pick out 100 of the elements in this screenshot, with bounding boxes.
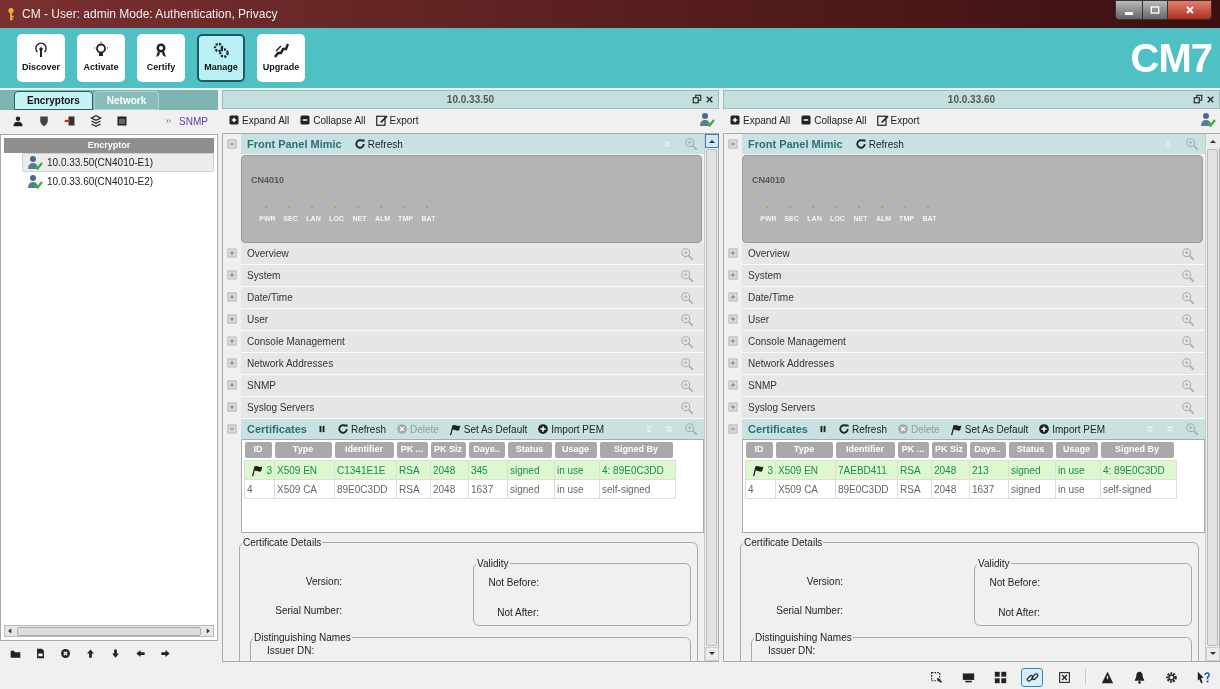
restore-button[interactable]: [692, 94, 702, 104]
led-icon: [903, 205, 910, 212]
table-cell-text: 3: [266, 463, 272, 478]
toolbar-button[interactable]: Discover: [17, 34, 65, 82]
collapsed-section[interactable]: Date/Time: [742, 287, 1205, 309]
refresh-button[interactable]: Refresh: [854, 136, 904, 152]
close-icon: [705, 95, 714, 104]
double-chevron-down-icon: [662, 139, 672, 149]
collapsed-section[interactable]: User: [742, 309, 1205, 331]
edit-icon: [876, 114, 889, 126]
table-cell-text: X509 CA: [276, 483, 319, 495]
collapsed-section[interactable]: Overview: [241, 243, 704, 265]
snmp-link[interactable]: SNMP: [179, 113, 208, 129]
field-label: Version:: [305, 575, 342, 589]
table-cell-text: RSA: [398, 464, 421, 476]
double-chevron-right-icon: [165, 117, 174, 125]
tree-item[interactable]: 10.0.33.50(CN4010-E1): [22, 153, 214, 172]
export-button[interactable]: Export: [375, 112, 419, 128]
refresh-button[interactable]: Refresh: [353, 136, 403, 152]
led-icon: [788, 205, 795, 212]
close-icon: [1183, 4, 1196, 16]
user-check-icon: [27, 154, 43, 171]
minimize-button[interactable]: [1116, 1, 1142, 19]
set-default-button[interactable]: Set As Default: [448, 421, 528, 437]
model-label: CN4010: [752, 174, 787, 187]
toolbar-button[interactable]: Activate: [77, 34, 125, 82]
refresh-button[interactable]: Refresh: [837, 421, 887, 437]
collapsed-section[interactable]: Overview: [742, 243, 1205, 265]
collapse-all-button[interactable]: Collapse All: [299, 112, 366, 128]
collapsed-section[interactable]: User: [241, 309, 704, 331]
collapsed-section[interactable]: SNMP: [241, 375, 704, 397]
collapsed-section[interactable]: Syslog Servers: [241, 397, 704, 419]
collapse-all-button[interactable]: Collapse All: [800, 112, 867, 128]
zoom-in-icon: [1181, 246, 1195, 261]
vertical-scrollbar[interactable]: [1205, 134, 1219, 661]
expand-icon: [728, 314, 738, 324]
expand-icon: [728, 292, 738, 302]
status-bar-button[interactable]: [1021, 667, 1043, 687]
collapsed-section[interactable]: SNMP: [742, 375, 1205, 397]
toolbar-button[interactable]: Manage: [197, 34, 245, 82]
zoom-in-icon: [680, 378, 694, 393]
table-cell-text: in use: [556, 483, 585, 495]
tab[interactable]: Encryptors: [14, 91, 93, 110]
set-default-button[interactable]: Set As Default: [949, 421, 1029, 437]
double-chevron-up-icon: [1165, 424, 1175, 434]
table-row[interactable]: 3 X509 EN 7AEBD411 RSA 2048 213 signed in use 4: 89E0C3DD: [745, 460, 1177, 480]
collapsed-section[interactable]: System: [241, 265, 704, 287]
group-title: Certificate Details: [743, 536, 824, 550]
collapsed-section[interactable]: Console Management: [241, 331, 704, 353]
close-button[interactable]: [1206, 95, 1215, 104]
zoom-in-icon: [680, 400, 694, 415]
zoom-in-icon: [1181, 356, 1195, 371]
close-button[interactable]: [705, 95, 714, 104]
collapsed-section[interactable]: Network Addresses: [742, 353, 1205, 375]
table-cell-text: 89E0C3DD: [837, 483, 890, 495]
double-chevron-down-icon: [1145, 424, 1155, 434]
table-row[interactable]: 3 X509 EN C1341E1E RSA 2048 345 signed in use 4: 89E0C3DD: [244, 460, 676, 480]
toolbar-button[interactable]: Certify: [137, 34, 185, 82]
tree-item[interactable]: 10.0.33.60(CN4010-E2): [22, 172, 214, 191]
refresh-button[interactable]: Refresh: [336, 421, 386, 437]
close-icon: [1206, 95, 1215, 104]
led-icon: [264, 205, 271, 212]
collapsed-section[interactable]: Console Management: [742, 331, 1205, 353]
field-label: Issuer DN:: [768, 645, 817, 657]
led-icon: [402, 205, 409, 212]
toolbar-button[interactable]: Upgrade: [257, 34, 305, 82]
led-icon: [880, 205, 887, 212]
close-button[interactable]: [1167, 1, 1211, 19]
double-chevron-down-icon: [644, 424, 654, 434]
help-pointer-icon: [1196, 670, 1210, 684]
import-button[interactable]: Import PEM: [1038, 421, 1105, 437]
group-title: Certificate Details: [242, 536, 323, 550]
collapsed-section[interactable]: Network Addresses: [241, 353, 704, 375]
led-icon: [287, 205, 294, 212]
delete-icon: [896, 423, 909, 435]
field-label: Version:: [806, 575, 843, 589]
table-cell-text: 3: [767, 463, 773, 478]
vertical-scrollbar[interactable]: [704, 134, 718, 661]
collapsed-section[interactable]: Syslog Servers: [742, 397, 1205, 419]
led-icon: [765, 205, 772, 212]
collapsed-section[interactable]: System: [742, 265, 1205, 287]
table-cell-text: signed: [1010, 483, 1042, 495]
table-cell-text: 2048: [933, 483, 958, 495]
field-label: Serial Number:: [776, 604, 843, 618]
expand-all-button[interactable]: Expand All: [729, 112, 791, 128]
table-cell-text: 1637: [971, 483, 996, 495]
expand-icon: [728, 248, 738, 258]
restore-button[interactable]: [1193, 94, 1203, 104]
led-icon: [379, 205, 386, 212]
led-icon: [333, 205, 340, 212]
import-button[interactable]: Import PEM: [537, 421, 604, 437]
collapse-icon: [800, 114, 813, 126]
collapsed-section[interactable]: Date/Time: [241, 287, 704, 309]
shield-icon: [38, 115, 50, 127]
export-button[interactable]: Export: [876, 112, 920, 128]
expand-all-button[interactable]: Expand All: [228, 112, 290, 128]
field-label: Not After:: [998, 606, 1040, 620]
maximize-button[interactable]: [1142, 1, 1167, 19]
edit-icon: [375, 114, 388, 126]
horizontal-scrollbar[interactable]: [4, 625, 214, 637]
